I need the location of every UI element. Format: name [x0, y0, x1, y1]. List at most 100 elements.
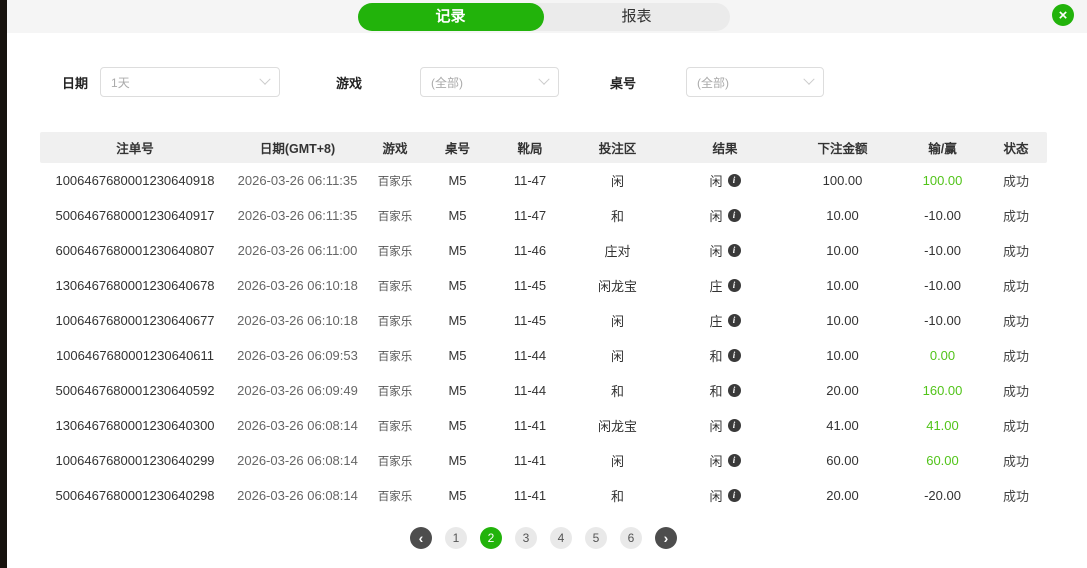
- cell-status: 成功: [985, 171, 1047, 190]
- cell-game: 百家乐: [365, 488, 425, 504]
- info-icon[interactable]: i: [728, 209, 741, 222]
- tab-group: 记录 报表: [358, 3, 730, 31]
- cell-game: 百家乐: [365, 453, 425, 469]
- result-text: 和: [709, 381, 722, 400]
- cell-game: 百家乐: [365, 383, 425, 399]
- cell-table: M5: [425, 453, 490, 468]
- game-select-value: (全部): [431, 74, 463, 91]
- cell-game: 百家乐: [365, 418, 425, 434]
- pagination: ‹ 123456 ›: [40, 527, 1047, 549]
- info-icon[interactable]: i: [728, 349, 741, 362]
- cell-date: 2026-03-26 06:09:53: [230, 348, 365, 363]
- cell-bet-area: 闲: [570, 451, 665, 470]
- cell-game: 百家乐: [365, 348, 425, 364]
- page-button[interactable]: 5: [585, 527, 607, 549]
- cell-bet-id: 1306467680001230640300: [40, 418, 230, 433]
- column-header: 桌号: [425, 138, 490, 157]
- cell-table: M5: [425, 313, 490, 328]
- cell-date: 2026-03-26 06:10:18: [230, 313, 365, 328]
- next-icon: ›: [664, 530, 669, 546]
- page-button[interactable]: 4: [550, 527, 572, 549]
- cell-bet-id: 1006467680001230640677: [40, 313, 230, 328]
- cell-table: M5: [425, 488, 490, 503]
- column-header: 靴局: [490, 138, 570, 157]
- date-range-select[interactable]: 1天: [100, 67, 280, 97]
- page-button[interactable]: 1: [445, 527, 467, 549]
- cell-win: -10.00: [900, 243, 985, 258]
- cell-status: 成功: [985, 311, 1047, 330]
- filter-game: 游戏 (全部): [336, 67, 559, 97]
- result-text: 庄: [709, 276, 722, 295]
- cell-bet-id: 1006467680001230640611: [40, 348, 230, 363]
- chevron-down-icon: [259, 74, 270, 85]
- info-icon[interactable]: i: [728, 454, 741, 467]
- cell-win: 160.00: [900, 383, 985, 398]
- cell-bet-id: 5006467680001230640298: [40, 488, 230, 503]
- cell-shoe: 11-41: [490, 453, 570, 468]
- table-row: 1306467680001230640300 2026-03-26 06:08:…: [40, 408, 1047, 443]
- cell-game: 百家乐: [365, 278, 425, 294]
- info-icon[interactable]: i: [728, 174, 741, 187]
- cell-amount: 10.00: [785, 348, 900, 363]
- cell-status: 成功: [985, 276, 1047, 295]
- table-body: 1006467680001230640918 2026-03-26 06:11:…: [40, 163, 1047, 513]
- info-icon[interactable]: i: [728, 314, 741, 327]
- cell-bet-area: 和: [570, 381, 665, 400]
- cell-amount: 20.00: [785, 383, 900, 398]
- cell-table: M5: [425, 243, 490, 258]
- cell-shoe: 11-46: [490, 243, 570, 258]
- cell-bet-id: 1006467680001230640918: [40, 173, 230, 188]
- info-icon[interactable]: i: [728, 489, 741, 502]
- cell-result: 庄 i: [665, 311, 785, 330]
- game-filter-label: 游戏: [336, 73, 362, 92]
- cell-status: 成功: [985, 416, 1047, 435]
- cell-result: 和 i: [665, 381, 785, 400]
- page-button[interactable]: 6: [620, 527, 642, 549]
- filter-bar: 日期 1天 游戏 (全部) 桌号 (全部): [62, 67, 1087, 97]
- cell-result: 和 i: [665, 346, 785, 365]
- info-icon[interactable]: i: [728, 384, 741, 397]
- info-icon[interactable]: i: [728, 244, 741, 257]
- cell-bet-area: 闲: [570, 346, 665, 365]
- cell-bet-area: 闲龙宝: [570, 276, 665, 295]
- cell-game: 百家乐: [365, 243, 425, 259]
- cell-win: 100.00: [900, 173, 985, 188]
- page-button[interactable]: 2: [480, 527, 502, 549]
- info-icon[interactable]: i: [728, 279, 741, 292]
- cell-status: 成功: [985, 346, 1047, 365]
- records-table: 注单号日期(GMT+8)游戏桌号靴局投注区结果下注金额输/赢状态 1006467…: [40, 132, 1047, 513]
- cell-date: 2026-03-26 06:10:18: [230, 278, 365, 293]
- table-select[interactable]: (全部): [686, 67, 824, 97]
- cell-table: M5: [425, 173, 490, 188]
- cell-bet-area: 闲: [570, 171, 665, 190]
- chevron-down-icon: [538, 74, 549, 85]
- pagination-pages: 123456: [445, 527, 642, 549]
- game-select[interactable]: (全部): [420, 67, 559, 97]
- column-header: 状态: [985, 138, 1047, 157]
- next-page-button[interactable]: ›: [655, 527, 677, 549]
- tab-reports[interactable]: 报表: [544, 3, 730, 31]
- cell-shoe: 11-44: [490, 348, 570, 363]
- column-header: 投注区: [570, 138, 665, 157]
- cell-bet-id: 6006467680001230640807: [40, 243, 230, 258]
- cell-status: 成功: [985, 451, 1047, 470]
- table-row: 1006467680001230640918 2026-03-26 06:11:…: [40, 163, 1047, 198]
- page-button[interactable]: 3: [515, 527, 537, 549]
- cell-bet-id: 5006467680001230640592: [40, 383, 230, 398]
- cell-win: 41.00: [900, 418, 985, 433]
- cell-win: -10.00: [900, 278, 985, 293]
- cell-date: 2026-03-26 06:08:14: [230, 453, 365, 468]
- prev-page-button[interactable]: ‹: [410, 527, 432, 549]
- cell-table: M5: [425, 208, 490, 223]
- cell-table: M5: [425, 348, 490, 363]
- cell-amount: 10.00: [785, 208, 900, 223]
- cell-amount: 60.00: [785, 453, 900, 468]
- info-icon[interactable]: i: [728, 419, 741, 432]
- close-button[interactable]: ×: [1052, 4, 1074, 26]
- result-text: 闲: [709, 206, 722, 225]
- cell-shoe: 11-45: [490, 278, 570, 293]
- cell-result: 闲 i: [665, 206, 785, 225]
- cell-game: 百家乐: [365, 208, 425, 224]
- cell-date: 2026-03-26 06:09:49: [230, 383, 365, 398]
- tab-records[interactable]: 记录: [358, 3, 544, 31]
